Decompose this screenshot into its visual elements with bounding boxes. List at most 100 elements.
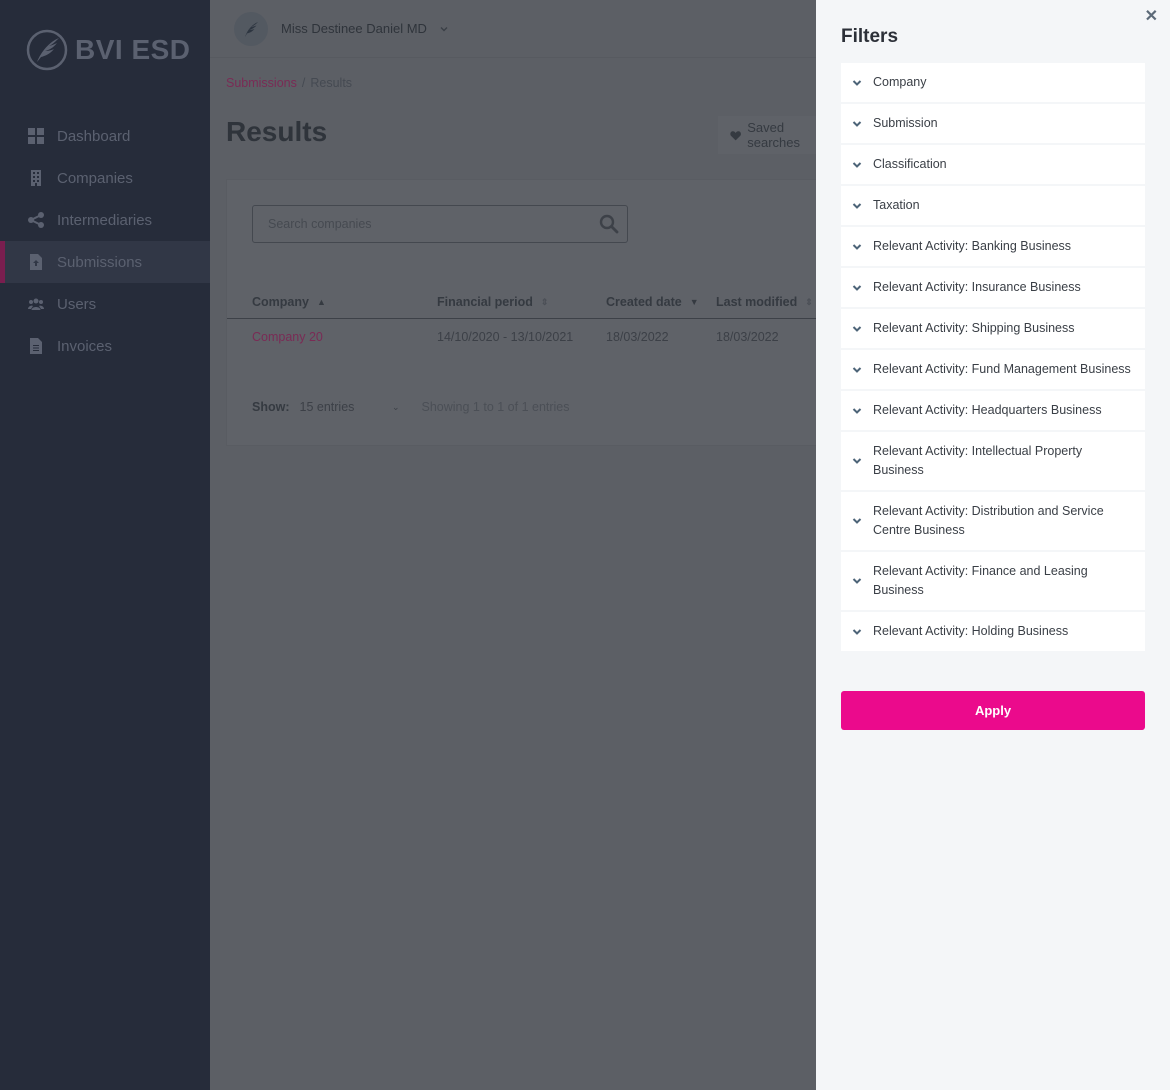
breadcrumb-submissions-link[interactable]: Submissions (226, 76, 297, 90)
chevron-down-icon (852, 628, 862, 635)
filter-accordion-item[interactable]: Taxation (841, 186, 1145, 227)
filters-panel: ✕ Filters Company Submission Classificatio… (816, 0, 1170, 1090)
search-icon[interactable] (599, 214, 619, 234)
filter-accordion-item[interactable]: Relevant Activity: Finance and Leasing B… (841, 552, 1145, 612)
breadcrumb-separator: / (301, 76, 306, 90)
chevron-down-icon (852, 284, 862, 291)
chevron-down-icon (852, 325, 862, 332)
chevron-down-icon (852, 120, 862, 127)
chevron-down-icon (852, 518, 862, 524)
filter-list: Company Submission Classification Taxation R… (841, 63, 1145, 653)
topbar: Miss Destinee Daniel MD (210, 0, 816, 58)
sidebar-item-dashboard[interactable]: Dashboard (0, 115, 210, 157)
apply-button[interactable]: Apply (841, 691, 1145, 730)
sidebar-item-intermediaries[interactable]: Intermediaries (0, 199, 210, 241)
logo-text: BVI ESD (75, 34, 191, 65)
created-date-cell: 18/03/2022 (606, 330, 669, 344)
filter-label: Relevant Activity: Headquarters Business (873, 403, 1102, 417)
sidebar-item-label: Dashboard (57, 127, 131, 145)
filter-accordion-item[interactable]: Submission (841, 104, 1145, 145)
filter-accordion-item[interactable]: Classification (841, 145, 1145, 186)
show-label: Show: (252, 400, 290, 414)
entries-summary: Showing 1 to 1 of 1 entries (421, 400, 570, 414)
search-placeholder[interactable]: Search companies (268, 217, 599, 231)
filter-accordion-item[interactable]: Relevant Activity: Distribution and Serv… (841, 492, 1145, 552)
logo[interactable]: BVI ESD (25, 28, 191, 72)
dashboard-icon (28, 128, 44, 144)
sidebar-nav: Dashboard Companies Intermediaries Submi… (0, 115, 210, 367)
filter-label: Relevant Activity: Fund Management Busin… (873, 362, 1131, 376)
table-row[interactable]: Company 20 14/10/2020 - 13/10/2021 18/03… (227, 320, 827, 356)
chevron-down-icon (852, 366, 862, 373)
filters-title: Filters (841, 26, 899, 47)
chevron-down-icon (852, 202, 862, 209)
column-header-last-modified[interactable]: Last modified ⇕ (716, 295, 813, 309)
column-header-company[interactable]: Company ▲ (252, 295, 326, 309)
heart-icon (730, 130, 741, 140)
filter-label: Relevant Activity: Shipping Business (873, 321, 1075, 335)
sidebar-item-label: Invoices (57, 337, 113, 355)
entries-select[interactable]: 15 entries ⌄ (300, 400, 400, 414)
financial-period-cell: 14/10/2020 - 13/10/2021 (437, 330, 574, 344)
breadcrumb: Submissions / Results (226, 76, 352, 90)
filter-accordion-item[interactable]: Relevant Activity: Banking Business (841, 227, 1145, 268)
saved-searches-button[interactable]: Saved searches (718, 116, 828, 154)
filter-accordion-item[interactable]: Relevant Activity: Holding Business (841, 612, 1145, 653)
filter-accordion-item[interactable]: Company (841, 63, 1145, 104)
filter-label: Company (873, 75, 927, 89)
sort-icon: ⇕ (805, 296, 813, 307)
building-icon (28, 170, 44, 186)
filter-label: Relevant Activity: Banking Business (873, 239, 1072, 253)
filter-label: Relevant Activity: Holding Business (873, 624, 1069, 638)
company-link[interactable]: Company 20 (252, 330, 323, 344)
filter-label: Relevant Activity: Finance and Leasing B… (873, 564, 1088, 597)
filter-label: Relevant Activity: Distribution and Serv… (873, 504, 1104, 537)
filter-accordion-item[interactable]: Relevant Activity: Intellectual Property… (841, 432, 1145, 492)
sidebar-item-companies[interactable]: Companies (0, 157, 210, 199)
filter-label: Relevant Activity: Intellectual Property… (873, 444, 1083, 477)
search-input[interactable]: Search companies (252, 205, 628, 243)
sidebar-item-label: Intermediaries (57, 211, 153, 229)
filter-accordion-item[interactable]: Relevant Activity: Shipping Business (841, 309, 1145, 350)
sidebar-item-label: Submissions (57, 253, 143, 271)
sidebar: BVI ESD Dashboard Companies Intermediari… (0, 0, 210, 1090)
breadcrumb-current: Results (310, 76, 353, 90)
chevron-down-icon (852, 407, 862, 414)
table-footer: Show: 15 entries ⌄ Showing 1 to 1 of 1 e… (252, 400, 570, 414)
column-header-created-date[interactable]: Created date ▼ (606, 295, 699, 309)
main-content: Miss Destinee Daniel MD Submissions / Resu… (210, 0, 828, 1090)
chevron-down-icon[interactable] (439, 24, 449, 34)
chevron-down-icon: ⌄ (391, 401, 400, 412)
logo-feather-icon (26, 29, 68, 71)
column-header-financial-period[interactable]: Financial period ⇕ (437, 295, 548, 309)
chevron-down-icon (852, 243, 862, 250)
sidebar-item-submissions[interactable]: Submissions (0, 241, 210, 283)
results-card: Search companies Company ▲ Financial peri… (226, 179, 827, 446)
user-name[interactable]: Miss Destinee Daniel MD (281, 21, 427, 36)
filter-label: Classification (873, 157, 947, 171)
filter-label: Taxation (873, 198, 920, 212)
users-icon (28, 296, 44, 312)
close-icon[interactable]: ✕ (1145, 6, 1158, 26)
table-header: Company ▲ Financial period ⇕ Created date ▼… (227, 283, 827, 319)
chevron-down-icon (852, 458, 862, 464)
filter-label: Relevant Activity: Insurance Business (873, 280, 1081, 294)
chevron-down-icon (852, 161, 862, 168)
file-upload-icon (28, 254, 44, 270)
filter-accordion-item[interactable]: Relevant Activity: Headquarters Business (841, 391, 1145, 432)
sidebar-item-label: Users (57, 295, 97, 313)
chevron-down-icon (852, 79, 862, 86)
sort-asc-icon: ▲ (316, 297, 326, 307)
sidebar-item-label: Companies (57, 169, 133, 187)
sort-desc-icon: ▼ (689, 297, 699, 307)
sort-icon: ⇕ (540, 296, 549, 307)
page-title: Results (226, 116, 328, 147)
feather-icon (245, 21, 258, 37)
sidebar-item-users[interactable]: Users (0, 283, 210, 325)
filter-accordion-item[interactable]: Relevant Activity: Fund Management Busin… (841, 350, 1145, 391)
filter-label: Submission (873, 116, 938, 130)
sidebar-item-invoices[interactable]: Invoices (0, 325, 210, 367)
last-modified-cell: 18/03/2022 (716, 330, 779, 344)
avatar[interactable] (234, 11, 268, 46)
filter-accordion-item[interactable]: Relevant Activity: Insurance Business (841, 268, 1145, 309)
